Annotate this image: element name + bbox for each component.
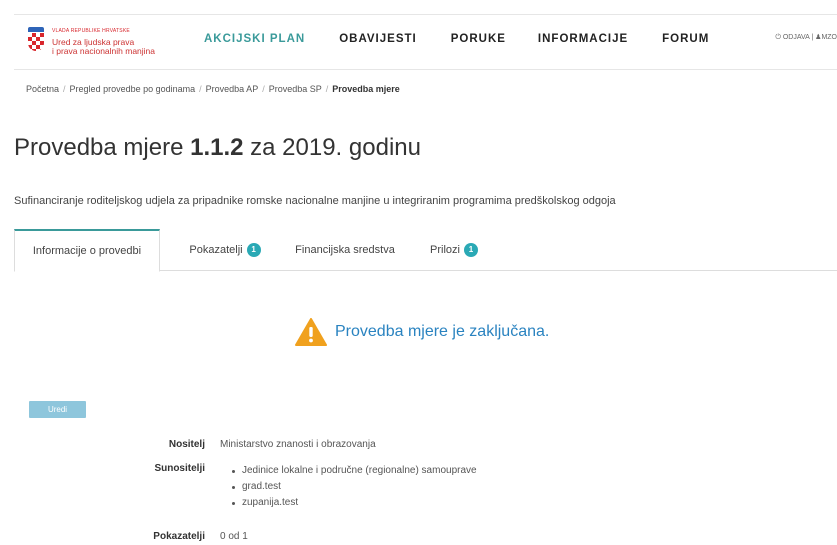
list-item: Jedinice lokalne i područne (regionalne)…	[232, 463, 477, 479]
tab-financijska-sredstva[interactable]: Financijska sredstva	[286, 229, 404, 271]
tab-bar: Informacije o provedbi Pokazatelji 1 Fina…	[14, 229, 837, 272]
logout-link[interactable]: ODJAVA	[783, 34, 810, 41]
user-area: ⏻ ODJAVA | ♟MZO	[775, 33, 837, 42]
logo-office-line2: i prava nacionalnih manjina	[52, 46, 156, 56]
pokazatelji-label: Pokazatelji	[153, 531, 205, 542]
list-item: zupanija.test	[232, 495, 477, 511]
edit-button[interactable]: Uredi	[29, 401, 86, 418]
pokazatelji-count-badge: 1	[246, 243, 261, 257]
tab-informacije-o-provedbi[interactable]: Informacije o provedbi	[14, 229, 160, 272]
main-nav: AKCIJSKI PLAN OBAVIJESTI PORUKE INFORMAC…	[204, 33, 743, 45]
logout-icon[interactable]: ⏻	[775, 34, 781, 41]
breadcrumb-pregled[interactable]: Pregled provedbe po godinama	[70, 84, 196, 94]
page-title: Provedba mjere 1.1.2 za 2019. godinu	[14, 134, 421, 161]
top-header: VLADA REPUBLIKE HRVATSKE Ured za ljudska…	[14, 14, 837, 70]
warning-icon	[295, 318, 327, 346]
locked-message: Provedba mjere je zaključana.	[335, 323, 550, 340]
tab-pokazatelji[interactable]: Pokazatelji 1	[176, 229, 274, 271]
locked-notice: Provedba mjere je zaključana.	[295, 318, 549, 346]
logo-government-label: VLADA REPUBLIKE HRVATSKE	[52, 28, 130, 34]
nav-forum[interactable]: FORUM	[662, 33, 709, 45]
user-name[interactable]: MZO	[821, 34, 837, 41]
sunositelji-label: Sunositelji	[154, 463, 205, 474]
breadcrumb-pocetna[interactable]: Početna	[26, 84, 59, 94]
logo[interactable]: VLADA REPUBLIKE HRVATSKE Ured za ljudska…	[26, 27, 155, 56]
breadcrumb: Početna / Pregled provedbe po godinama / Pro…	[26, 84, 400, 94]
pokazatelji-value: 0 od 1	[220, 531, 248, 542]
sunositelji-list: Jedinice lokalne i područne (regionalne)…	[232, 463, 477, 511]
nositelj-value: Ministarstvo znanosti i obrazovanja	[220, 439, 376, 450]
breadcrumb-current: Provedba mjere	[332, 84, 400, 94]
prilozi-count-badge: 1	[463, 243, 478, 257]
separator: |	[811, 34, 814, 41]
list-item: grad.test	[232, 479, 477, 495]
measure-code: 1.1.2	[190, 134, 244, 161]
tab-prilozi[interactable]: Prilozi 1	[416, 229, 492, 271]
nav-informacije[interactable]: INFORMACIJE	[538, 33, 628, 45]
nav-akcijski-plan[interactable]: AKCIJSKI PLAN	[204, 33, 305, 45]
croatian-coat-of-arms-icon	[26, 27, 46, 53]
nav-obavijesti[interactable]: OBAVIJESTI	[339, 33, 417, 45]
nositelj-label: Nositelj	[168, 439, 205, 450]
breadcrumb-provedba-sp[interactable]: Provedba SP	[269, 84, 322, 94]
breadcrumb-provedba-ap[interactable]: Provedba AP	[206, 84, 259, 94]
measure-description: Sufinanciranje roditeljskog udjela za pr…	[14, 195, 616, 207]
nav-poruke[interactable]: PORUKE	[451, 33, 506, 45]
